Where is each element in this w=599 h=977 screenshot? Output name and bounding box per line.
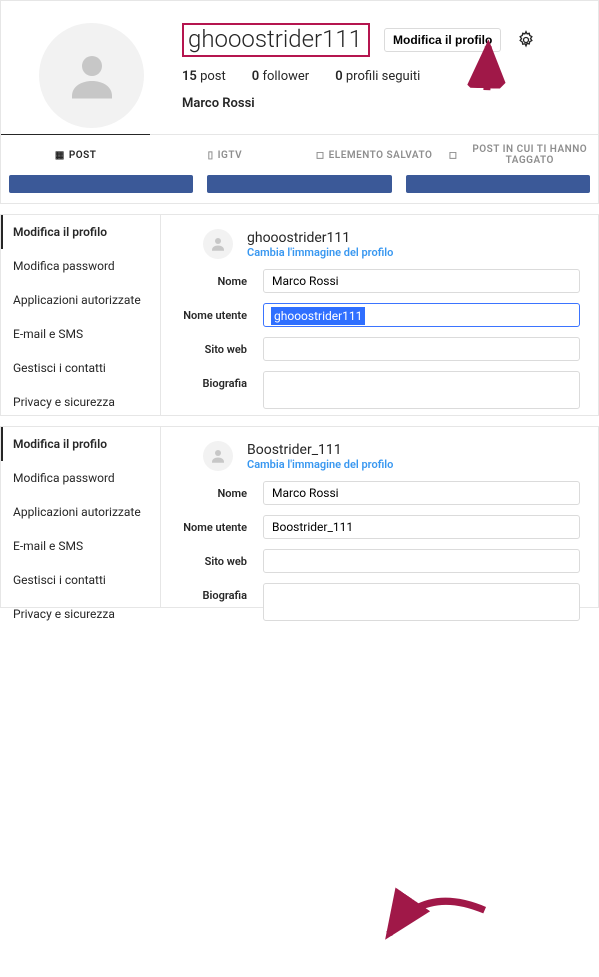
label-name: Nome [179, 481, 263, 500]
sidebar-item-edit-profile[interactable]: Modifica il profilo [1, 427, 160, 461]
label-username: Nome utente [179, 515, 263, 534]
sidebar-item-change-password[interactable]: Modifica password [1, 461, 160, 495]
form-avatar[interactable] [203, 441, 233, 471]
profile-avatar[interactable] [39, 23, 144, 128]
label-bio: Biografia [179, 583, 263, 602]
sidebar-item-privacy[interactable]: Privacy e sicurezza [1, 385, 160, 419]
annotation-arrow [370, 877, 502, 977]
form-avatar[interactable] [203, 229, 233, 259]
form-username-title: Boostrider_111 [247, 442, 393, 458]
website-field[interactable] [263, 337, 580, 361]
sidebar-item-apps[interactable]: Applicazioni autorizzate [1, 495, 160, 529]
label-website: Sito web [179, 549, 263, 568]
settings-sidebar: Modifica il profilo Modifica password Ap… [1, 427, 161, 607]
sidebar-item-contacts[interactable]: Gestisci i contatti [1, 351, 160, 385]
sidebar-item-email-sms[interactable]: E-mail e SMS [1, 317, 160, 351]
profile-fullname: Marco Rossi [182, 96, 578, 111]
sidebar-item-privacy[interactable]: Privacy e sicurezza [1, 597, 160, 631]
label-bio: Biografia [179, 371, 263, 390]
profile-username: ghooostrider111 [182, 23, 370, 57]
label-website: Sito web [179, 337, 263, 356]
sidebar-item-change-password[interactable]: Modifica password [1, 249, 160, 283]
form-username-title: ghooostrider111 [247, 230, 393, 246]
change-picture-link[interactable]: Cambia l'immagine del profilo [247, 246, 393, 259]
label-username: Nome utente [179, 303, 263, 322]
name-field[interactable] [263, 269, 580, 293]
settings-sidebar: Modifica il profilo Modifica password Ap… [1, 215, 161, 415]
bio-field[interactable] [263, 371, 580, 409]
name-field[interactable] [263, 481, 580, 505]
website-field[interactable] [263, 549, 580, 573]
profile-stats: 15 post 0 follower 0 profili seguiti [182, 69, 578, 84]
bio-field[interactable] [263, 583, 580, 621]
sidebar-item-apps[interactable]: Applicazioni autorizzate [1, 283, 160, 317]
sidebar-item-contacts[interactable]: Gestisci i contatti [1, 563, 160, 597]
username-field[interactable] [263, 515, 580, 539]
tab-igtv[interactable]: ▯ IGTV [150, 135, 299, 175]
tab-tagged[interactable]: ◻ POST IN CUI TI HANNO TAGGATO [449, 135, 598, 175]
sidebar-item-email-sms[interactable]: E-mail e SMS [1, 529, 160, 563]
tab-saved[interactable]: ◻ ELEMENTO SALVATO [300, 135, 449, 175]
change-picture-link[interactable]: Cambia l'immagine del profilo [247, 458, 393, 471]
post-grid-preview [1, 175, 598, 203]
tab-post[interactable]: ▦ POST [1, 134, 150, 175]
sidebar-item-edit-profile[interactable]: Modifica il profilo [1, 215, 160, 249]
label-name: Nome [179, 269, 263, 288]
gear-icon[interactable] [515, 29, 537, 51]
